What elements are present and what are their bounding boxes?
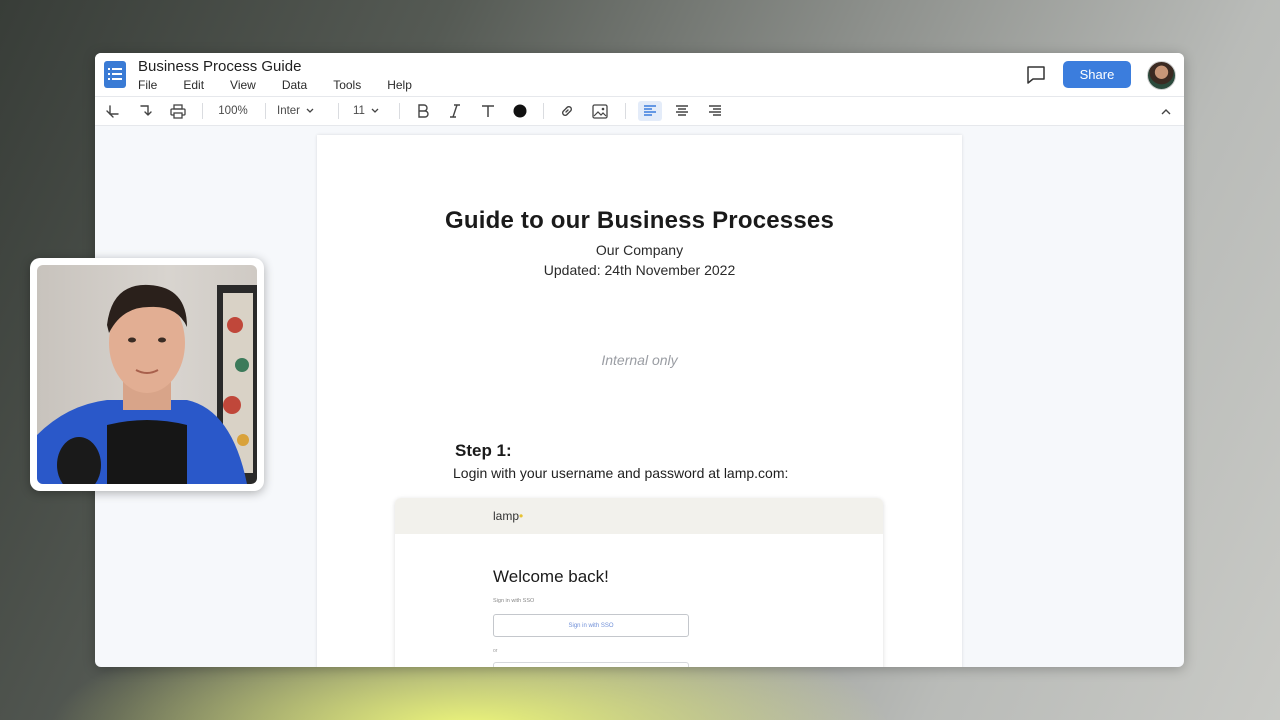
welcome-heading: Welcome back! [493,567,609,586]
italic-icon[interactable] [445,101,465,121]
lamp-bulb-icon: • [519,509,524,523]
lamp-logo: lamp• [493,509,523,523]
text-color-icon[interactable] [510,101,530,121]
font-select-value: Inter [277,105,301,117]
lamp-logo-text: lamp [493,509,520,523]
presenter-video [37,265,257,484]
align-right-icon[interactable] [705,101,725,121]
undo-icon[interactable] [103,101,123,121]
docs-logo-icon[interactable] [104,61,126,88]
font-select[interactable]: Inter [277,101,325,121]
step-description: Login with your username and password at… [453,465,789,481]
collapse-toolbar-icon[interactable] [1156,101,1176,121]
menu-tools[interactable]: Tools [333,78,361,92]
toolbar-divider [338,103,339,119]
toolbar-divider [265,103,266,119]
updated-date: Updated: 24th November 2022 [543,262,736,278]
sso-label: Sign in with SSO [493,598,535,604]
redo-icon[interactable] [135,101,155,121]
step-heading: Step 1: [455,441,512,460]
zoom-select[interactable]: 100% [213,101,253,121]
user-avatar[interactable] [1147,61,1176,90]
embedded-login-screenshot: lamp• Welcome back! Sign in with SSO Sig… [395,498,883,667]
image-icon[interactable] [590,101,610,121]
share-button[interactable]: Share [1063,61,1131,88]
company-name: Our Company [595,242,684,258]
internal-note: Internal only [601,352,678,368]
comment-icon[interactable] [1025,64,1047,86]
toolbar-divider [543,103,544,119]
menu-data[interactable]: Data [282,78,307,92]
link-icon[interactable] [557,101,577,121]
menu-bar: File Edit View Data Tools Help [138,78,438,92]
font-size-value: 11 [353,105,365,117]
menu-help[interactable]: Help [387,78,412,92]
menu-edit[interactable]: Edit [183,78,204,92]
screenshot-header: lamp• [395,498,883,534]
document-title[interactable]: Business Process Guide [138,58,301,75]
title-bar: Business Process Guide File Edit View Da… [95,53,1184,96]
font-size-select[interactable]: 11 [353,101,385,121]
align-left-icon[interactable] [638,101,662,121]
chevron-down-icon [371,108,379,113]
menu-file[interactable]: File [138,78,157,92]
chevron-down-icon [306,108,314,113]
document-page[interactable]: Guide to our Business Processes Our Comp… [317,135,962,667]
toolbar-divider [625,103,626,119]
or-divider-label: or [493,648,498,654]
menu-view[interactable]: View [230,78,256,92]
text-style-icon[interactable] [478,101,498,121]
bold-icon[interactable] [413,101,433,121]
align-center-icon[interactable] [672,101,692,121]
sso-button: Sign in with SSO [493,614,689,637]
email-field [493,662,689,667]
document-heading: Guide to our Business Processes [445,207,834,234]
webcam-overlay [30,258,264,491]
toolbar-divider [399,103,400,119]
formatting-toolbar: 100% Inter 11 [95,96,1184,126]
print-icon[interactable] [168,101,188,121]
toolbar-divider [202,103,203,119]
